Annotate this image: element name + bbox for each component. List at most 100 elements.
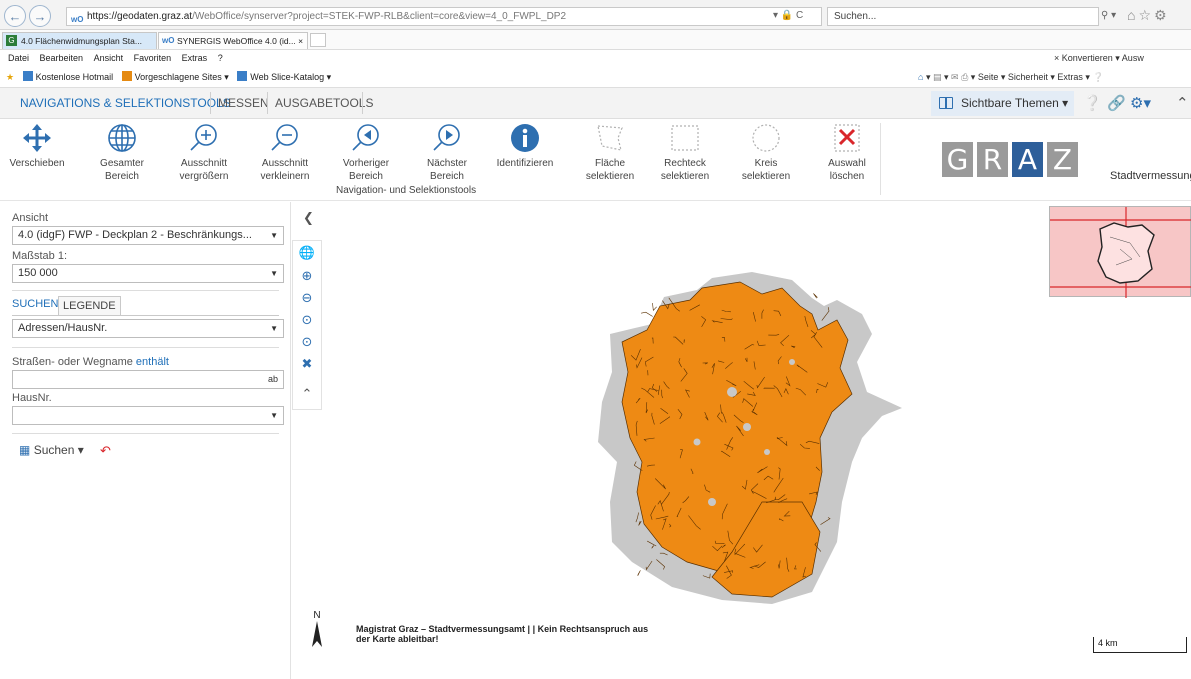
zoom-previous-icon[interactable]: ⊙ <box>296 312 318 328</box>
tool-label: Identifizieren <box>496 158 554 169</box>
zoom-previous-icon <box>352 124 379 151</box>
menu-bearbeiten[interactable]: Bearbeiten <box>40 50 84 67</box>
collapse-panel-icon[interactable]: ❮ <box>303 210 314 226</box>
scale-bar: 4 km <box>1093 637 1187 653</box>
link-icon[interactable]: 🔗 <box>1107 94 1126 112</box>
select-circle-button[interactable]: Kreis selektieren <box>726 122 806 183</box>
select-rectangle-button[interactable]: Rechteck selektieren <box>645 122 725 183</box>
zoom-in-icon[interactable]: ⊕ <box>296 268 318 284</box>
divider <box>12 290 279 291</box>
tab-messen[interactable]: MESSEN <box>218 96 269 110</box>
browser-tab-bar: G 4.0 Flächenwidmungsplan Sta... wO SYNE… <box>0 30 1191 50</box>
overview-canvas <box>1050 207 1191 298</box>
tab-suchen[interactable]: SUCHEN <box>12 298 58 310</box>
reset-undo-icon[interactable]: ↶ <box>100 443 111 459</box>
home-favorites-settings-icons[interactable]: ⌂☆⚙ <box>1127 7 1170 24</box>
home-icon[interactable]: ⌂ <box>918 72 923 82</box>
tab-flaechenwidmungsplan[interactable]: G 4.0 Flächenwidmungsplan Sta... <box>2 32 157 49</box>
new-tab-button[interactable] <box>310 33 326 47</box>
convert-toolbar[interactable]: × Konvertieren ▾ Ausw <box>1054 50 1144 67</box>
url-input[interactable]: wO https://geodaten.graz.at/WebOffice/sy… <box>66 7 822 26</box>
search-type-select[interactable]: Adressen/HausNr. ▼ <box>12 319 284 338</box>
help-icon[interactable]: ❔ <box>1083 94 1102 112</box>
chevron-down-icon: ▼ <box>270 269 278 278</box>
next-extent-button[interactable]: Nächster Bereich <box>407 122 487 183</box>
massstab-select[interactable]: 150 000 ▼ <box>12 264 284 283</box>
select-polygon-button[interactable]: Fläche selektieren <box>570 122 650 183</box>
feeds-icon[interactable]: ▤ <box>933 72 942 82</box>
tool-label: Ausschnitt <box>261 158 309 169</box>
full-extent-icon[interactable]: ✖ <box>296 356 318 372</box>
strasse-input[interactable]: ab <box>12 370 284 389</box>
tab-synergis[interactable]: wO SYNERGIS WebOffice 4.0 (id... × <box>158 32 308 49</box>
tool-label: Bereich <box>105 171 139 182</box>
tab-favicon-icon: wO <box>162 36 175 45</box>
menu-datei[interactable]: Datei <box>8 50 29 67</box>
mail-icon[interactable]: ✉ <box>951 72 959 82</box>
logo-letter: A <box>1012 142 1043 177</box>
verschieben-button[interactable]: Verschieben <box>0 122 77 170</box>
search-type-value: Adressen/HausNr. <box>18 322 108 334</box>
tab-underline <box>12 315 279 316</box>
collapse-ribbon-icon[interactable]: ⌃ <box>1176 94 1189 112</box>
help-icon[interactable]: ❔ <box>1092 72 1103 82</box>
favorites-star-icon[interactable]: ★ <box>6 67 14 88</box>
settings-gear-icon[interactable]: ⚙▾ <box>1130 94 1151 112</box>
hausnr-select[interactable]: ▼ <box>12 406 284 425</box>
command-bar[interactable]: ⌂ ▾ ▤ ▾ ✉ ⎙ ▾ Seite ▾ Sicherheit ▾ Extra… <box>918 67 1104 88</box>
zoom-out-icon[interactable]: ⊖ <box>296 290 318 306</box>
massstab-value: 150 000 <box>18 267 58 279</box>
zoom-in-icon <box>190 124 217 151</box>
tool-label: Kreis <box>754 158 778 169</box>
autocomplete-icon[interactable]: ab <box>268 371 278 388</box>
visible-themes-dropdown[interactable]: Sichtbare Themen ▾ <box>931 91 1074 116</box>
tool-label: Bereich <box>430 171 464 182</box>
zoom-out-button[interactable]: Ausschnitt verkleinern <box>245 122 325 183</box>
collapse-toolbar-icon[interactable]: ⌃ <box>296 386 318 402</box>
tab-legende[interactable]: LEGENDE <box>58 296 121 316</box>
tab-divider <box>362 92 363 114</box>
zoom-next-icon[interactable]: ⊙ <box>296 334 318 350</box>
tool-label: Vorheriger <box>342 158 390 169</box>
map-credit: Magistrat Graz – Stadtvermessungsamt | |… <box>356 624 686 644</box>
identify-button[interactable]: Identifizieren <box>485 122 565 170</box>
fav-hotmail[interactable]: Kostenlose Hotmail <box>22 67 113 88</box>
chevron-down-icon: ▼ <box>270 231 278 240</box>
back-icon[interactable]: ← <box>4 5 26 27</box>
url-controls[interactable]: ▾ 🔒 C <box>773 10 803 21</box>
command-bar-menus[interactable]: Seite ▾ Sicherheit ▾ Extras ▾ <box>978 72 1090 82</box>
north-arrow-icon <box>312 621 322 647</box>
ansicht-select[interactable]: 4.0 (idgF) FWP - Deckplan 2 - Beschränku… <box>12 226 284 245</box>
globe-icon[interactable]: 🌐 <box>296 245 318 261</box>
tab-ausgabetools[interactable]: AUSGABETOOLS <box>275 96 373 110</box>
tool-label: Auswahl <box>828 158 866 169</box>
print-icon[interactable]: ⎙ <box>961 72 968 82</box>
scale-label: 4 km <box>1098 638 1118 648</box>
circle-select-icon <box>752 124 780 152</box>
parcel-line <box>641 311 653 317</box>
massstab-label: Maßstab 1: <box>12 250 68 262</box>
tool-label: selektieren <box>741 171 791 182</box>
zoom-in-button[interactable]: Ausschnitt vergrößern <box>164 122 244 183</box>
menu-help[interactable]: ? <box>218 50 223 67</box>
forward-icon[interactable]: → <box>29 5 51 27</box>
tab-navigation-tools[interactable]: NAVIGATIONS & SELEKTIONSTOOLS <box>20 96 231 110</box>
suchen-button[interactable]: ▦ Suchen ▾ <box>19 443 84 457</box>
strasse-mode-link[interactable]: enthält <box>136 356 169 368</box>
menu-favoriten[interactable]: Favoriten <box>134 50 172 67</box>
fav-vorgeschlagene[interactable]: Vorgeschlagene Sites ▾ <box>121 67 229 88</box>
browser-search-icon[interactable]: ⚲ ▾ <box>1101 10 1116 21</box>
suchen-button-label: Suchen ▾ <box>33 443 84 457</box>
overview-map[interactable] <box>1049 206 1191 298</box>
fav-webslice[interactable]: Web Slice-Katalog ▾ <box>237 67 331 88</box>
menu-ansicht[interactable]: Ansicht <box>94 50 124 67</box>
logo-letter: G <box>942 142 973 177</box>
tab-label: SYNERGIS WebOffice 4.0 (id... × <box>177 36 304 46</box>
previous-extent-button[interactable]: Vorheriger Bereich <box>326 122 406 183</box>
gesamter-bereich-button[interactable]: Gesamter Bereich <box>82 122 162 183</box>
clear-selection-button[interactable]: Auswahl löschen <box>807 122 887 183</box>
browser-search-input[interactable]: Suchen... <box>827 7 1099 26</box>
tool-label: selektieren <box>585 171 635 182</box>
chevron-down-icon: ▼ <box>270 411 278 420</box>
menu-extras[interactable]: Extras <box>182 50 208 67</box>
